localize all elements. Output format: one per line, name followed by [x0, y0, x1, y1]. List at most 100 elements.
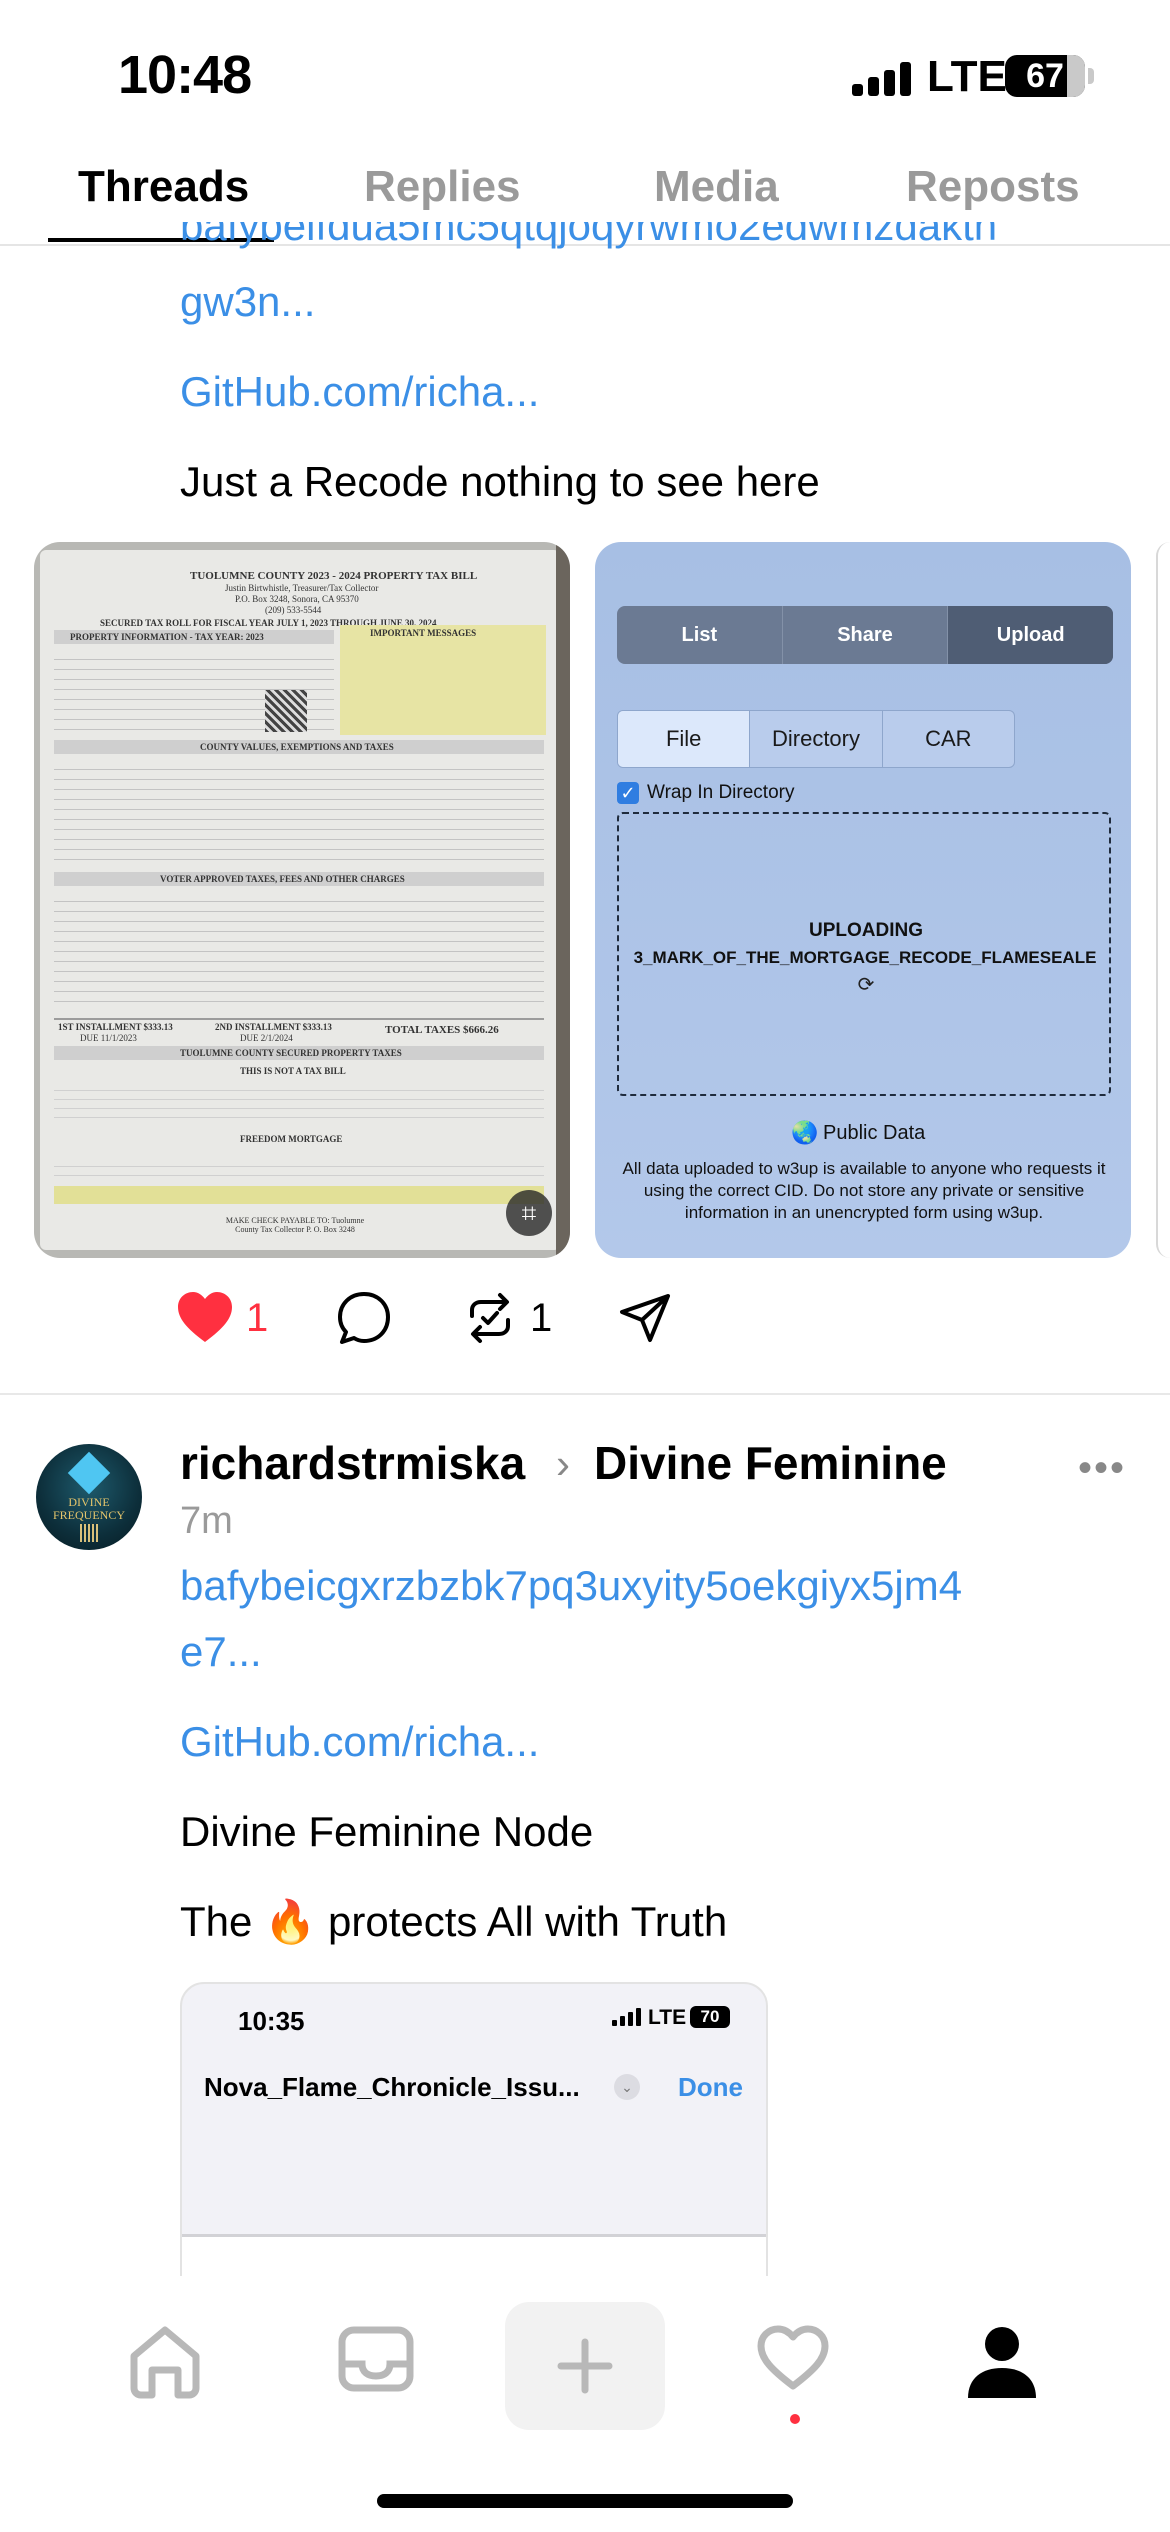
avatar-text: DIVINE FREQUENCY	[52, 1495, 125, 1522]
post-text-line-1: Divine Feminine Node	[180, 1808, 594, 1855]
photo-background-edge	[556, 542, 570, 1258]
next-media-peek[interactable]	[1156, 542, 1170, 1258]
tab-threads[interactable]: Threads	[78, 162, 249, 212]
bill-total: TOTAL TAXES $666.26	[385, 1024, 499, 1036]
bill-installment-1: 1ST INSTALLMENT $333.13	[58, 1022, 173, 1032]
github-link[interactable]: GitHub.com/richa...	[180, 1718, 539, 1766]
upload-screenshot[interactable]: List Share Upload File Directory CAR ✓ W…	[595, 542, 1131, 1258]
repost-icon	[470, 1293, 510, 1343]
nav-create-button[interactable]	[505, 2302, 665, 2430]
embed-document-title: Nova_Flame_Chronicle_Issu...	[204, 2072, 580, 2102]
comment-icon	[338, 1292, 390, 1344]
embed-battery-icon: 70	[690, 2006, 730, 2028]
bill-payable: MAKE CHECK PAYABLE TO: Tuolumne County T…	[225, 1216, 365, 1234]
tab-reposts[interactable]: Reposts	[906, 162, 1080, 212]
heart-icon	[757, 2325, 829, 2390]
embed-done-label: Done	[678, 2072, 743, 2102]
signal-icon	[852, 62, 912, 96]
bill-section: TUOLUMNE COUNTY SECURED PROPERTY TAXES	[180, 1048, 402, 1058]
reply-button[interactable]	[336, 1290, 392, 1351]
post-cid-link[interactable]: gw3n...	[180, 278, 315, 326]
like-count: 1	[246, 1296, 269, 1340]
share-button[interactable]	[618, 1290, 674, 1351]
profile-icon	[968, 2327, 1036, 2398]
spinner-icon: ⟳	[857, 974, 875, 996]
bottom-navigation	[0, 2276, 1170, 2532]
bill-address: P.O. Box 3248, Sonora, CA 95370	[235, 594, 359, 604]
send-icon	[620, 1294, 670, 1342]
embedded-screenshot[interactable]: 10:35 LTE 70 Nova_Flame_Chronicle_Issu..…	[180, 1982, 768, 2282]
nav-profile-button[interactable]	[966, 2324, 1038, 2405]
bill-section: IMPORTANT MESSAGES	[370, 628, 477, 638]
post-cid-link-clipped[interactable]: bafybeifdua5mc5qtqjoqyrwmo2edwmzdakth	[180, 222, 1140, 252]
post-text-suffix: protects All with Truth	[328, 1898, 728, 1945]
wrap-directory-label: Wrap In Directory	[647, 782, 795, 803]
bill-highlight	[54, 1186, 544, 1204]
bill-table	[54, 892, 544, 1002]
bill-section: PROPERTY INFORMATION - TAX YEAR: 2023	[70, 632, 264, 642]
more-options-icon[interactable]: •••	[1078, 1446, 1126, 1491]
post-cid-link-continued[interactable]: e7...	[180, 1628, 262, 1676]
upload-dropzone: UPLOADING 3_MARK_OF_THE_MORTGAGE_RECODE_…	[617, 812, 1111, 1096]
globe-icon: 🌏	[791, 1120, 819, 1145]
embed-chevron-down-icon: ⌄	[614, 2074, 640, 2100]
tax-bill-photo[interactable]: TUOLUMNE COUNTY 2023 - 2024 PROPERTY TAX…	[34, 542, 570, 1258]
nav-activity-button[interactable]	[756, 2324, 830, 2397]
live-text-scan-icon[interactable]: ⌗	[506, 1190, 552, 1236]
embed-document-page	[182, 2234, 766, 2280]
embed-network-label: LTE	[648, 2006, 687, 2029]
uploader-file-tabs: File Directory CAR	[617, 710, 1015, 768]
bill-due-1: DUE 11/1/2023	[80, 1033, 137, 1043]
embed-signal-icon	[612, 2008, 642, 2026]
uploader-tab-upload: Upload	[948, 606, 1113, 664]
home-indicator	[377, 2494, 793, 2508]
chevron-right-icon: ›	[556, 1440, 570, 1487]
media-carousel[interactable]: TUOLUMNE COUNTY 2023 - 2024 PROPERTY TAX…	[34, 542, 1170, 1258]
status-bar: 10:48 LTE 67	[0, 0, 1170, 150]
bill-table	[54, 760, 544, 860]
uploading-label: UPLOADING	[809, 920, 923, 941]
avatar-qr-icon	[80, 1524, 98, 1542]
post-divider	[0, 1393, 1170, 1395]
post-cid-link[interactable]: bafybeicgxrzbzbk7pq3uxyity5oekgiyx5jm4	[180, 1562, 962, 1610]
post-text-prefix: The	[180, 1898, 253, 1945]
bill-messages-box	[340, 625, 546, 735]
nav-inbox-button[interactable]	[338, 2324, 414, 2399]
bill-section: VOTER APPROVED TAXES, FEES AND OTHER CHA…	[160, 874, 405, 884]
battery-empty-portion	[1067, 55, 1085, 97]
bill-paragraph	[54, 1082, 544, 1122]
nav-home-button[interactable]	[126, 2324, 204, 2405]
post-text: Just a Recode nothing to see here	[180, 458, 820, 505]
crystal-icon	[67, 1451, 111, 1495]
repost-count: 1	[530, 1296, 553, 1340]
public-data-title: Public Data	[823, 1122, 926, 1144]
bill-collector: Justin Birtwhistle, Treasurer/Tax Collec…	[225, 583, 379, 593]
post-time: 7m	[180, 1500, 233, 1542]
tab-media[interactable]: Media	[654, 162, 779, 212]
avatar[interactable]: DIVINE FREQUENCY	[36, 1444, 142, 1550]
bill-qr-code	[265, 690, 307, 732]
status-time: 10:48	[118, 45, 252, 105]
plus-icon	[557, 2338, 613, 2394]
embed-status-time: 10:35	[238, 2006, 305, 2036]
like-button[interactable]	[176, 1290, 234, 1349]
bill-due-2: DUE 2/1/2024	[240, 1033, 293, 1043]
tab-replies[interactable]: Replies	[364, 162, 521, 212]
uploader-tab-share: Share	[783, 606, 949, 664]
bill-paragraph	[54, 1158, 544, 1182]
bill-section: COUNTY VALUES, EXEMPTIONS AND TAXES	[200, 742, 394, 752]
bill-header: TUOLUMNE COUNTY 2023 - 2024 PROPERTY TAX…	[190, 570, 478, 582]
home-icon	[130, 2326, 200, 2399]
public-data-description: All data uploaded to w3up is available t…	[622, 1159, 1106, 1222]
bill-installment-2: 2ND INSTALLMENT $333.13	[215, 1022, 332, 1032]
uploader-tab-list: List	[617, 606, 783, 664]
repost-button[interactable]	[462, 1290, 518, 1351]
github-link[interactable]: GitHub.com/richa...	[180, 368, 539, 416]
bill-rule	[54, 1018, 544, 1020]
post-username[interactable]: richardstrmiska	[180, 1436, 525, 1490]
community-name[interactable]: Divine Feminine	[594, 1436, 947, 1490]
inbox-icon	[338, 2326, 414, 2392]
notification-dot	[790, 2414, 800, 2424]
checkbox-checked-icon: ✓	[617, 782, 639, 804]
uploader-tab-file: File	[618, 711, 751, 767]
